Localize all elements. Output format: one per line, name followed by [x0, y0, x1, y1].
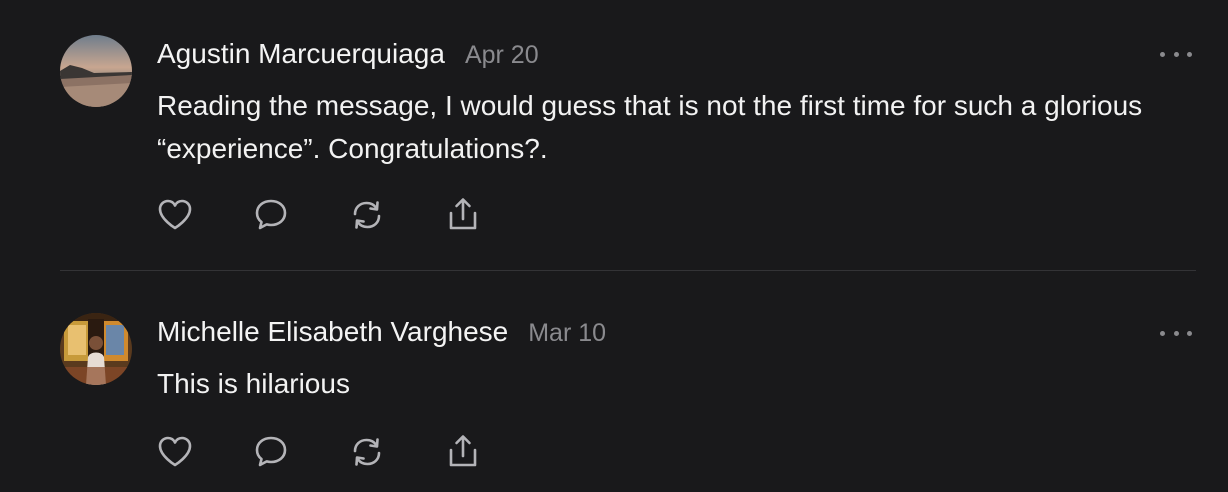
like-button[interactable] [155, 432, 195, 472]
more-options-button[interactable] [1160, 47, 1192, 61]
dot-icon [1160, 330, 1165, 336]
comment-text: This is hilarious [157, 368, 350, 399]
like-button[interactable] [155, 195, 195, 235]
comment-item: Agustin Marcuerquiaga Apr 20 Reading the… [0, 0, 1228, 270]
more-options-button[interactable] [1160, 326, 1192, 340]
heart-icon [158, 199, 192, 230]
dot-icon [1173, 330, 1179, 336]
author-name[interactable]: Michelle Elisabeth Varghese [157, 316, 508, 348]
share-button[interactable] [443, 432, 483, 472]
reply-button[interactable] [251, 195, 291, 235]
comment-date[interactable]: Mar 10 [528, 319, 606, 348]
dot-icon [1160, 51, 1165, 57]
share-button[interactable] [443, 195, 483, 235]
repost-icon [353, 438, 381, 466]
repost-icon [353, 201, 381, 229]
comment-date[interactable]: Apr 20 [465, 41, 539, 70]
comment-icon [255, 199, 287, 230]
dot-icon [1187, 330, 1192, 336]
repost-button[interactable] [347, 432, 387, 472]
dot-icon [1173, 51, 1179, 57]
comment-icon [255, 436, 287, 467]
share-icon [449, 435, 477, 467]
dot-icon [1187, 51, 1192, 57]
reply-button[interactable] [251, 432, 291, 472]
avatar[interactable] [60, 35, 132, 107]
avatar-image [60, 313, 132, 385]
share-icon [449, 198, 477, 230]
heart-icon [158, 436, 192, 467]
author-name[interactable]: Agustin Marcuerquiaga [157, 38, 445, 70]
comment-text: Reading the message, I would guess that … [157, 90, 1143, 164]
repost-button[interactable] [347, 195, 387, 235]
avatar[interactable] [60, 313, 132, 385]
comment-item: Michelle Elisabeth Varghese Mar 10 This … [0, 271, 1228, 492]
avatar-image [60, 35, 132, 107]
